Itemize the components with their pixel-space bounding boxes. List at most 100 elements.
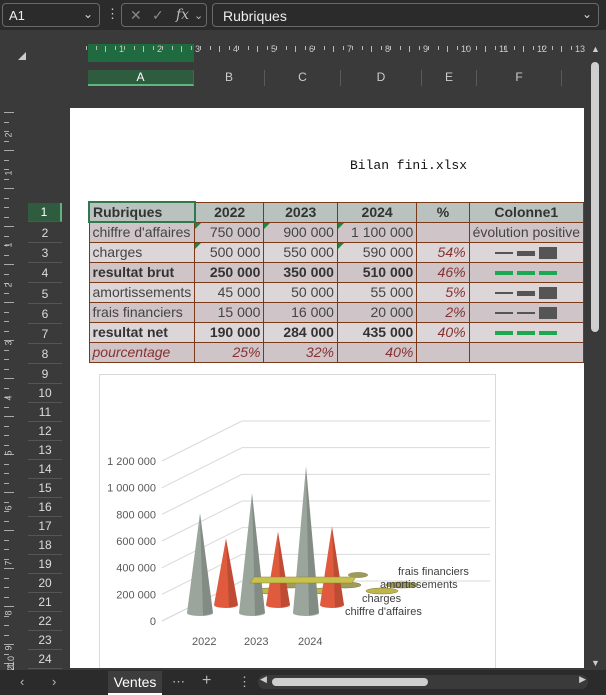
tab-menu-icon[interactable]: ⋮ bbox=[238, 674, 251, 690]
scroll-thumb[interactable] bbox=[272, 678, 428, 686]
header-cell[interactable]: 2023 bbox=[263, 201, 338, 223]
cell-evolution[interactable]: évolution positive bbox=[468, 221, 584, 243]
select-all-corner[interactable] bbox=[0, 44, 70, 88]
row-header-5[interactable]: 5 bbox=[28, 285, 62, 304]
sparkline-cell[interactable] bbox=[468, 261, 584, 283]
more-sheets-icon[interactable]: ⋯ bbox=[172, 674, 185, 690]
cell-pct[interactable]: 46% bbox=[416, 261, 470, 283]
cell-label[interactable]: chiffre d'affaires bbox=[88, 221, 196, 243]
page-layout-sheet[interactable]: Bilan fini.xlsx Rubriques 2022 2023 2024… bbox=[70, 108, 584, 668]
cell-pct[interactable]: 40% bbox=[416, 321, 470, 343]
cell-value[interactable]: 1 100 000 bbox=[336, 221, 418, 243]
formula-input[interactable]: Rubriques ⌄ bbox=[212, 3, 599, 27]
chevron-down-icon[interactable]: ⌄ bbox=[194, 9, 203, 22]
sheet-tab-ventes[interactable]: Ventes bbox=[108, 671, 162, 695]
row-header-13[interactable]: 13 bbox=[28, 441, 62, 460]
more-vertical-icon[interactable]: ⋮ bbox=[106, 6, 119, 22]
row-header-24[interactable]: 24 bbox=[28, 650, 62, 669]
cell-value[interactable]: 16 000 bbox=[263, 301, 338, 323]
cell-value[interactable]: 750 000 bbox=[194, 221, 265, 243]
cell-value[interactable]: 190 000 bbox=[194, 321, 265, 343]
row-header-15[interactable]: 15 bbox=[28, 479, 62, 498]
cell-value[interactable]: 32% bbox=[263, 341, 338, 363]
vertical-scrollbar[interactable]: ▲ ▼ bbox=[590, 44, 602, 670]
row-header-17[interactable]: 17 bbox=[28, 517, 62, 536]
row-header-6[interactable]: 6 bbox=[28, 305, 62, 324]
enter-icon[interactable]: ✓ bbox=[152, 7, 164, 24]
row-header-12[interactable]: 12 bbox=[28, 422, 62, 441]
column-header-b[interactable]: B bbox=[194, 70, 265, 86]
cell-pct[interactable] bbox=[416, 221, 470, 243]
row-header-11[interactable]: 11 bbox=[28, 403, 62, 422]
cell-value[interactable]: 590 000 bbox=[336, 241, 418, 263]
cell-value[interactable]: 25% bbox=[194, 341, 265, 363]
scroll-left-icon[interactable]: ◀ bbox=[260, 674, 267, 685]
cell-value[interactable]: 50 000 bbox=[263, 281, 338, 303]
horizontal-scrollbar[interactable]: ◀ ▶ bbox=[258, 674, 588, 689]
cell-value[interactable]: 510 000 bbox=[336, 261, 418, 283]
sparkline-cell[interactable] bbox=[468, 241, 584, 263]
row-header-23[interactable]: 23 bbox=[28, 631, 62, 650]
column-header-e[interactable]: E bbox=[422, 70, 477, 86]
column-header-d[interactable]: D bbox=[341, 70, 422, 86]
scroll-down-icon[interactable]: ▼ bbox=[591, 658, 600, 668]
header-cell[interactable]: 2024 bbox=[336, 201, 418, 223]
row-header-18[interactable]: 18 bbox=[28, 536, 62, 555]
fx-icon[interactable]: fx bbox=[176, 7, 189, 23]
row-header-10[interactable]: 10 bbox=[28, 384, 62, 403]
row-header-7[interactable]: 7 bbox=[28, 325, 62, 344]
row-header-19[interactable]: 19 bbox=[28, 555, 62, 574]
cell-pct[interactable] bbox=[416, 341, 470, 363]
row-header-3[interactable]: 3 bbox=[28, 244, 62, 263]
cell-value[interactable]: 250 000 bbox=[194, 261, 265, 283]
sparkline-cell[interactable] bbox=[468, 321, 584, 343]
cell-value[interactable]: 284 000 bbox=[263, 321, 338, 343]
column-header-c[interactable]: C bbox=[265, 70, 341, 86]
row-header-1[interactable]: 1 bbox=[28, 203, 62, 222]
prev-sheet-icon[interactable]: ‹ bbox=[20, 674, 24, 689]
scroll-up-icon[interactable]: ▲ bbox=[591, 44, 600, 54]
select-all-icon[interactable] bbox=[18, 52, 26, 60]
row-header-22[interactable]: 22 bbox=[28, 612, 62, 631]
cell-value[interactable]: 550 000 bbox=[263, 241, 338, 263]
row-header-4[interactable]: 4 bbox=[28, 264, 62, 283]
sparkline-cell[interactable] bbox=[468, 301, 584, 323]
cell-pct[interactable]: 54% bbox=[416, 241, 470, 263]
add-sheet-icon[interactable]: + bbox=[202, 672, 211, 690]
scroll-right-icon[interactable]: ▶ bbox=[579, 674, 586, 685]
row-header-8[interactable]: 8 bbox=[28, 345, 62, 364]
header-cell[interactable]: Colonne1 bbox=[468, 201, 584, 223]
row-header-21[interactable]: 21 bbox=[28, 593, 62, 612]
cell-label[interactable]: charges bbox=[88, 241, 196, 263]
chart-area[interactable]: 0 200 000 400 000 600 000 800 000 1 000 000 1 … bbox=[99, 374, 496, 668]
row-header-14[interactable]: 14 bbox=[28, 460, 62, 479]
cell-value[interactable]: 900 000 bbox=[263, 221, 338, 243]
header-cell[interactable]: % bbox=[416, 201, 470, 223]
cell-value[interactable]: 45 000 bbox=[194, 281, 265, 303]
cell-label[interactable]: amortissements bbox=[88, 281, 196, 303]
cell-value[interactable]: 500 000 bbox=[194, 241, 265, 263]
cell-value[interactable]: 55 000 bbox=[336, 281, 418, 303]
header-cell[interactable]: Rubriques bbox=[88, 201, 196, 223]
cell-empty[interactable] bbox=[468, 341, 584, 363]
name-box[interactable]: A1 ⌄ bbox=[2, 3, 100, 27]
cell-value[interactable]: 20 000 bbox=[336, 301, 418, 323]
cell-label[interactable]: resultat net bbox=[88, 321, 196, 343]
row-header-20[interactable]: 20 bbox=[28, 574, 62, 593]
cell-value[interactable]: 40% bbox=[336, 341, 418, 363]
cell-pct[interactable]: 5% bbox=[416, 281, 470, 303]
sparkline-cell[interactable] bbox=[468, 281, 584, 303]
scroll-thumb[interactable] bbox=[591, 62, 599, 332]
column-header-a[interactable]: A bbox=[88, 70, 194, 86]
cell-label[interactable]: pourcentage bbox=[88, 341, 196, 363]
cell-label[interactable]: resultat brut bbox=[88, 261, 196, 283]
row-header-2[interactable]: 2 bbox=[28, 224, 62, 243]
cell-value[interactable]: 435 000 bbox=[336, 321, 418, 343]
expand-formula-icon[interactable]: ⌄ bbox=[582, 7, 592, 21]
row-header-9[interactable]: 9 bbox=[28, 365, 62, 384]
column-header-f[interactable]: F bbox=[477, 70, 562, 86]
header-cell[interactable]: 2022 bbox=[194, 201, 265, 223]
chevron-down-icon[interactable]: ⌄ bbox=[83, 7, 93, 21]
cancel-icon[interactable]: ✕ bbox=[130, 7, 142, 24]
next-sheet-icon[interactable]: › bbox=[52, 674, 56, 689]
